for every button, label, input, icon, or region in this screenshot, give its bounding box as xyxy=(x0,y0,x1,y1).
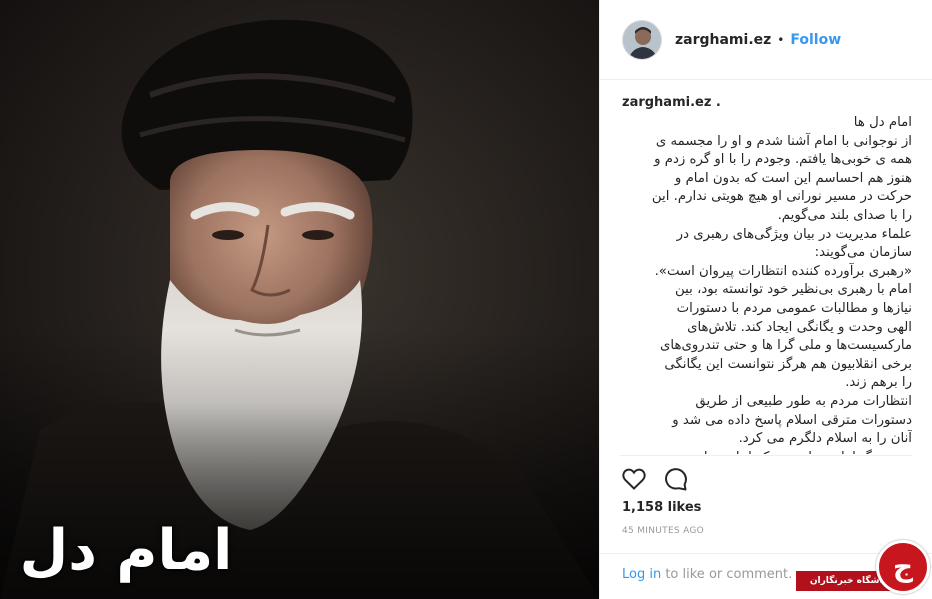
caption-line: هنوز هم احساسم این است که بدون امام و xyxy=(674,170,912,186)
caption-line: امام با رهبری بی‌نظیر خود توانسته بود، ب… xyxy=(675,282,912,298)
like-count[interactable]: 1,158 likes xyxy=(622,500,701,515)
caption-line: «رهبری برآورده کننده انتظارات پیروان است… xyxy=(654,263,912,279)
header-username[interactable]: zarghami.ez xyxy=(675,32,771,48)
caption-line: دستورات مترقی اسلام پاسخ داده می شد و xyxy=(672,412,912,428)
watermark: باشگاه خبرنگاران ج xyxy=(796,540,932,599)
caption-line: همه ی خوبی‌ها یافتم. وجودم را با او گره … xyxy=(654,152,912,168)
follow-button[interactable]: Follow xyxy=(790,32,841,48)
login-link[interactable]: Log in xyxy=(622,567,661,582)
comment-icon xyxy=(665,468,687,491)
post-timestamp[interactable]: 45 MINUTES AGO xyxy=(622,526,704,536)
caption-text: امام دل ها از نوجوانی با امام آشنا شدم و … xyxy=(622,114,912,454)
watermark-logo-icon: ج xyxy=(876,540,930,594)
caption-area: zarghami.ez . امام دل ها از نوجوانی با ام… xyxy=(622,94,912,454)
header-separator: • xyxy=(777,32,785,47)
avatar[interactable] xyxy=(622,19,662,60)
caption-line: الهی وحدت و یگانگی ایجاد کند. تلاش‌های xyxy=(687,319,912,335)
caption-line: حرکت در مسیر نورانی او هیچ هویتی ندارم. … xyxy=(651,189,912,205)
caption-line: امام دل ها xyxy=(853,115,912,130)
caption-username[interactable]: zarghami.ez . xyxy=(622,94,912,112)
actions-divider xyxy=(620,455,912,456)
like-button[interactable] xyxy=(620,465,648,493)
comment-button[interactable] xyxy=(662,465,690,493)
caption-line: علماء مدیریت در بیان ویژگی‌های رهبری در xyxy=(676,226,912,242)
instagram-post: امام دل ها zarghami.ez • Follow zarghami… xyxy=(0,0,932,599)
caption-line: از نوجوانی با امام آشنا شدم و او را مجسم… xyxy=(655,133,912,149)
caption-line: برخی انقلابیون هم هرگز نتوانست این یگانگ… xyxy=(664,356,912,372)
avatar-image xyxy=(623,20,661,59)
caption-line: هنر بزرگ امام در این بود که اجازه نداد م… xyxy=(622,449,912,454)
post-header: zarghami.ez • Follow xyxy=(600,0,932,80)
post-sidebar: zarghami.ez • Follow zarghami.ez . امام … xyxy=(599,0,932,599)
portrait-image xyxy=(0,0,599,599)
post-photo[interactable]: امام دل ها xyxy=(0,0,599,599)
caption-line: را با صدای بلند می‌گویم. xyxy=(777,207,912,223)
caption-line: آنان را به اسلام دلگرم می کرد. xyxy=(738,431,912,447)
action-bar xyxy=(620,464,690,494)
login-prompt-text: to like or comment. xyxy=(661,567,793,582)
caption-line: انتظارات مردم به طور طبیعی از طریق xyxy=(695,393,912,409)
caption-line: نیازها و مطالبات عمومی مردم با دستورات xyxy=(676,300,912,316)
heart-icon xyxy=(622,468,646,490)
caption-line: مارکسیست‌ها و ملی گرا ها و حتی تندروی‌ها… xyxy=(660,338,912,354)
photo-caption-text: امام دل ها xyxy=(19,518,233,599)
caption-line: سازمان می‌گویند: xyxy=(814,245,912,261)
caption-line: را برهم زند. xyxy=(845,375,912,391)
